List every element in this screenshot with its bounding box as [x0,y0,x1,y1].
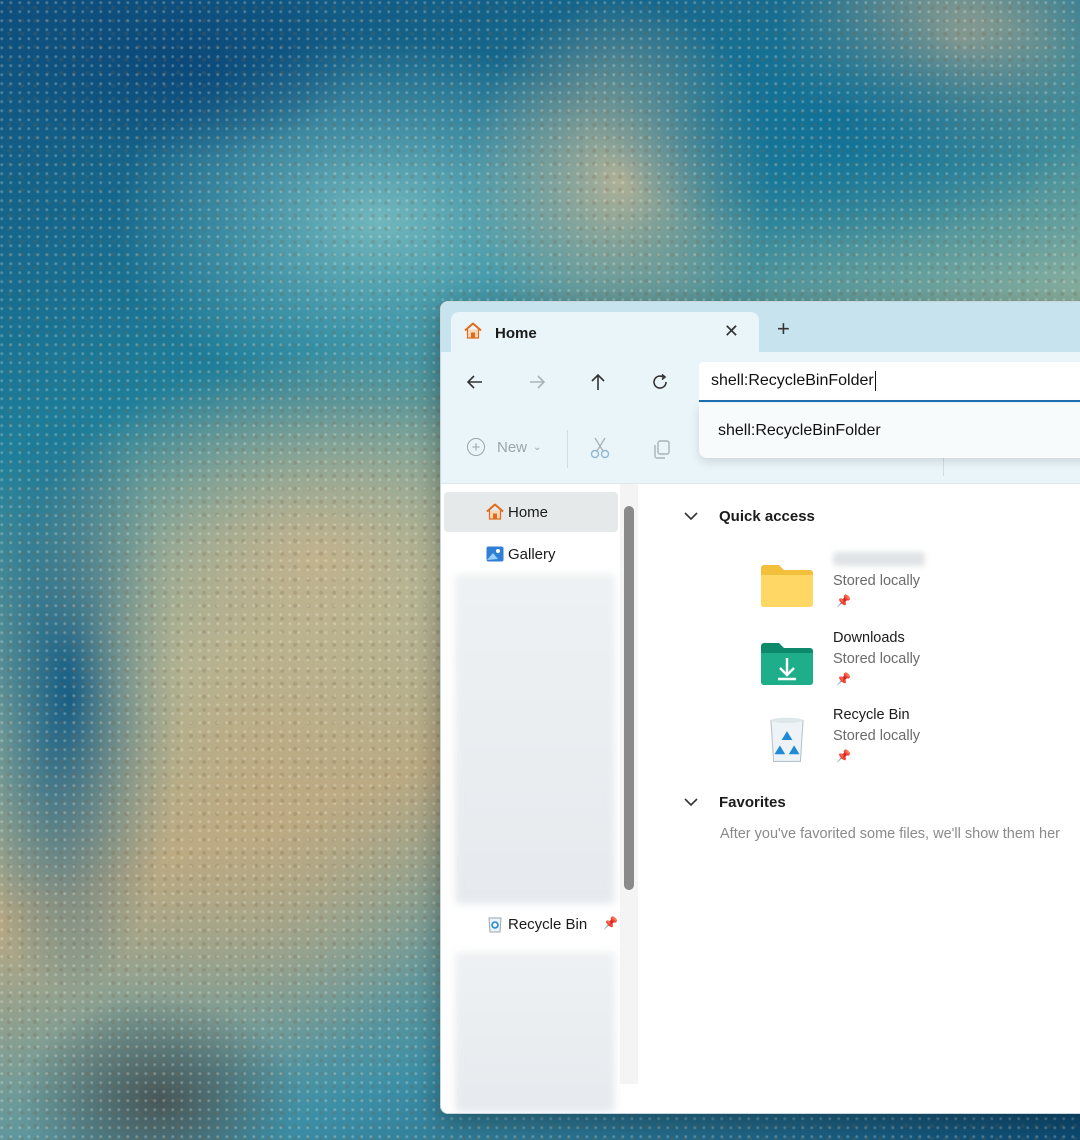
tab-title: Home [495,324,537,342]
favorites-header[interactable]: Favorites [683,794,786,811]
new-button[interactable]: + New ⌄ [467,438,541,456]
downloads-folder-icon [761,643,813,685]
home-icon [485,502,505,526]
item-status: Stored locally [833,728,921,744]
title-bar: Home ✕ + [441,302,1080,354]
new-tab-button[interactable]: + [777,316,790,342]
favorites-empty-text: After you've favorited some files, we'll… [720,826,1060,842]
address-bar-value: shell:RecycleBinFolder [711,372,874,389]
recycle-bin-icon [770,717,804,762]
pin-icon: 📌 [836,672,851,686]
gallery-icon [485,544,505,568]
quick-access-item-downloads[interactable]: Downloads Stored locally 📌 [759,630,959,700]
blurred-sidebar-items [455,952,615,1112]
item-name: Downloads [833,630,905,646]
address-bar-input[interactable]: shell:RecycleBinFolder [699,362,1080,402]
section-title: Favorites [719,794,786,811]
arrow-up-icon [591,373,605,390]
sidebar-item-label: Gallery [508,545,556,563]
folder-icon [761,565,813,607]
tab-home[interactable]: Home ✕ [451,312,759,354]
recycle-bin-icon [487,915,503,937]
main-content: Quick access Stored locally 📌 Downloads … [641,484,1080,1113]
pin-icon: 📌 [836,594,851,608]
refresh-icon [653,373,667,389]
pin-icon: 📌 [836,749,851,763]
sidebar-item-label: Home [508,503,549,521]
refresh-button[interactable] [648,370,672,394]
item-name: Recycle Bin [833,707,910,723]
cut-button[interactable] [589,436,611,465]
blurred-name [833,552,925,566]
quick-access-item-recycle-bin[interactable]: Recycle Bin Stored locally 📌 [759,707,959,777]
scrollbar-thumb[interactable] [624,506,634,890]
quick-access-item-folder[interactable]: Stored locally 📌 [759,552,959,622]
item-status: Stored locally [833,573,921,589]
arrow-left-icon [466,375,482,389]
sidebar-item-recycle-bin[interactable]: Recycle Bin 📌 [444,904,618,944]
sidebar-item-label: Recycle Bin [508,915,588,933]
pin-icon: 📌 [603,916,618,930]
blurred-sidebar-items [455,574,615,904]
navigation-pane: Home Gallery Recycle Bin 📌 [441,484,638,1113]
scissors-icon [590,437,610,459]
home-icon [463,321,483,346]
text-cursor [874,371,876,391]
chevron-down-icon: ⌄ [533,441,542,453]
item-name [833,552,925,570]
back-button[interactable] [463,370,487,394]
divider [567,430,568,468]
arrow-right-icon [530,375,546,389]
suggestion-text: shell:RecycleBinFolder [718,421,881,439]
copy-button[interactable] [651,438,673,465]
plus-icon: + [467,438,485,456]
sidebar-item-gallery[interactable]: Gallery [444,534,618,574]
item-status: Stored locally [833,651,921,667]
copy-icon [654,440,670,459]
new-button-label: New [497,438,528,456]
forward-button[interactable] [525,370,549,394]
section-title: Quick access [719,508,815,525]
address-suggestion-item[interactable]: shell:RecycleBinFolder [699,403,1080,458]
chevron-down-icon[interactable] [683,508,707,525]
sidebar-item-home[interactable]: Home [444,492,618,532]
quick-access-header[interactable]: Quick access [683,508,815,525]
close-tab-icon[interactable]: ✕ [724,321,739,342]
up-button[interactable] [586,370,610,394]
chevron-down-icon[interactable] [683,794,707,811]
